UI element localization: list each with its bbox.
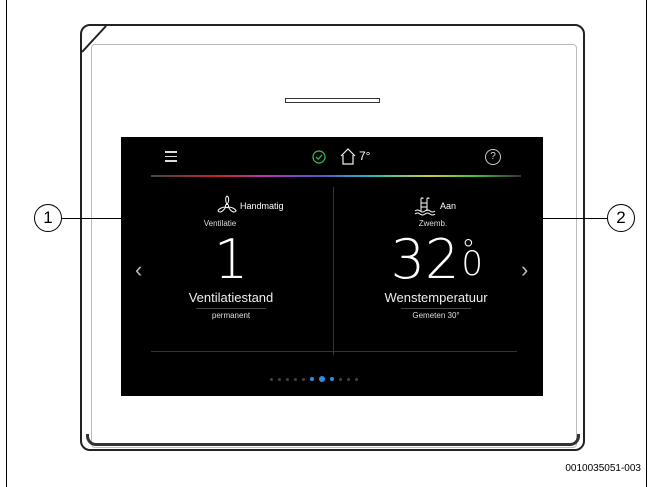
ventilation-sub-separator [196,308,266,309]
page-dot[interactable] [355,377,358,381]
ventilation-mode-row: Handmatig [131,195,331,217]
pool-panel[interactable]: Aan Zwemb. 32 ° 0 Wenstemperatuur Gemeten … [336,195,536,320]
status-check-icon[interactable] [312,150,326,164]
house-outdoor-icon[interactable] [340,148,356,165]
page-dot[interactable] [270,377,273,381]
pool-icon [414,197,436,216]
pool-temperature-decimal: 0 [461,244,483,284]
pool-temperature-value: 32 ° 0 [336,230,536,290]
page-dot[interactable] [294,377,297,381]
callout-2-leader [514,218,612,219]
rainbow-status-bar [151,175,521,177]
figure-border-left [6,0,7,487]
page-dot[interactable] [310,377,314,381]
ventilation-title: Ventilatie [203,219,237,228]
page-dot[interactable] [330,377,334,381]
pool-mode-label: Aan [440,201,457,211]
panel-divider [333,187,334,355]
pool-temperature-integer: 32 [390,228,460,291]
pool-title: Zwemb. [418,219,448,228]
ventilation-mode-label: Handmatig [240,201,284,211]
page-dot[interactable] [347,377,350,381]
menu-icon[interactable] [165,151,177,162]
ventilation-panel[interactable]: Handmatig Ventilatie 1 Ventilatiestand p… [131,195,331,320]
bottom-divider [151,351,517,352]
ventilation-level-value: 1 [213,228,249,291]
touch-screen: 7° ? Handmatig Ventilatie 1 Ventilatiest… [121,137,543,396]
next-page-arrow[interactable]: › [521,257,528,283]
page-indicator[interactable] [270,376,358,382]
device-bottom-edge [86,434,580,446]
pool-target-label: Wenstemperatuur [384,290,488,305]
help-icon[interactable]: ? [485,149,501,165]
sensor-slot [285,98,380,103]
callout-1: 1 [34,204,62,232]
page-dot-active[interactable] [319,376,325,382]
callout-1-leader [60,218,178,219]
figure-border-right [646,0,647,487]
ventilation-level-label: Ventilatiestand [188,290,274,305]
pool-measured-value: Gemeten 30° [412,311,460,320]
outdoor-temperature: 7° [359,149,371,163]
page-dot[interactable] [278,377,281,381]
callout-2: 2 [607,204,635,232]
pool-mode-row: Aan [336,195,536,217]
page-dot[interactable] [286,377,289,381]
figure-id: 0010035051-003 [565,463,641,474]
pool-sub-separator [401,308,471,309]
fan-icon [217,195,237,213]
page-dot[interactable] [339,377,342,381]
page-dot[interactable] [302,377,305,381]
ventilation-sub-value: permanent [211,311,251,320]
top-bar: 7° ? [121,137,543,177]
prev-page-arrow[interactable]: ‹ [135,257,142,283]
